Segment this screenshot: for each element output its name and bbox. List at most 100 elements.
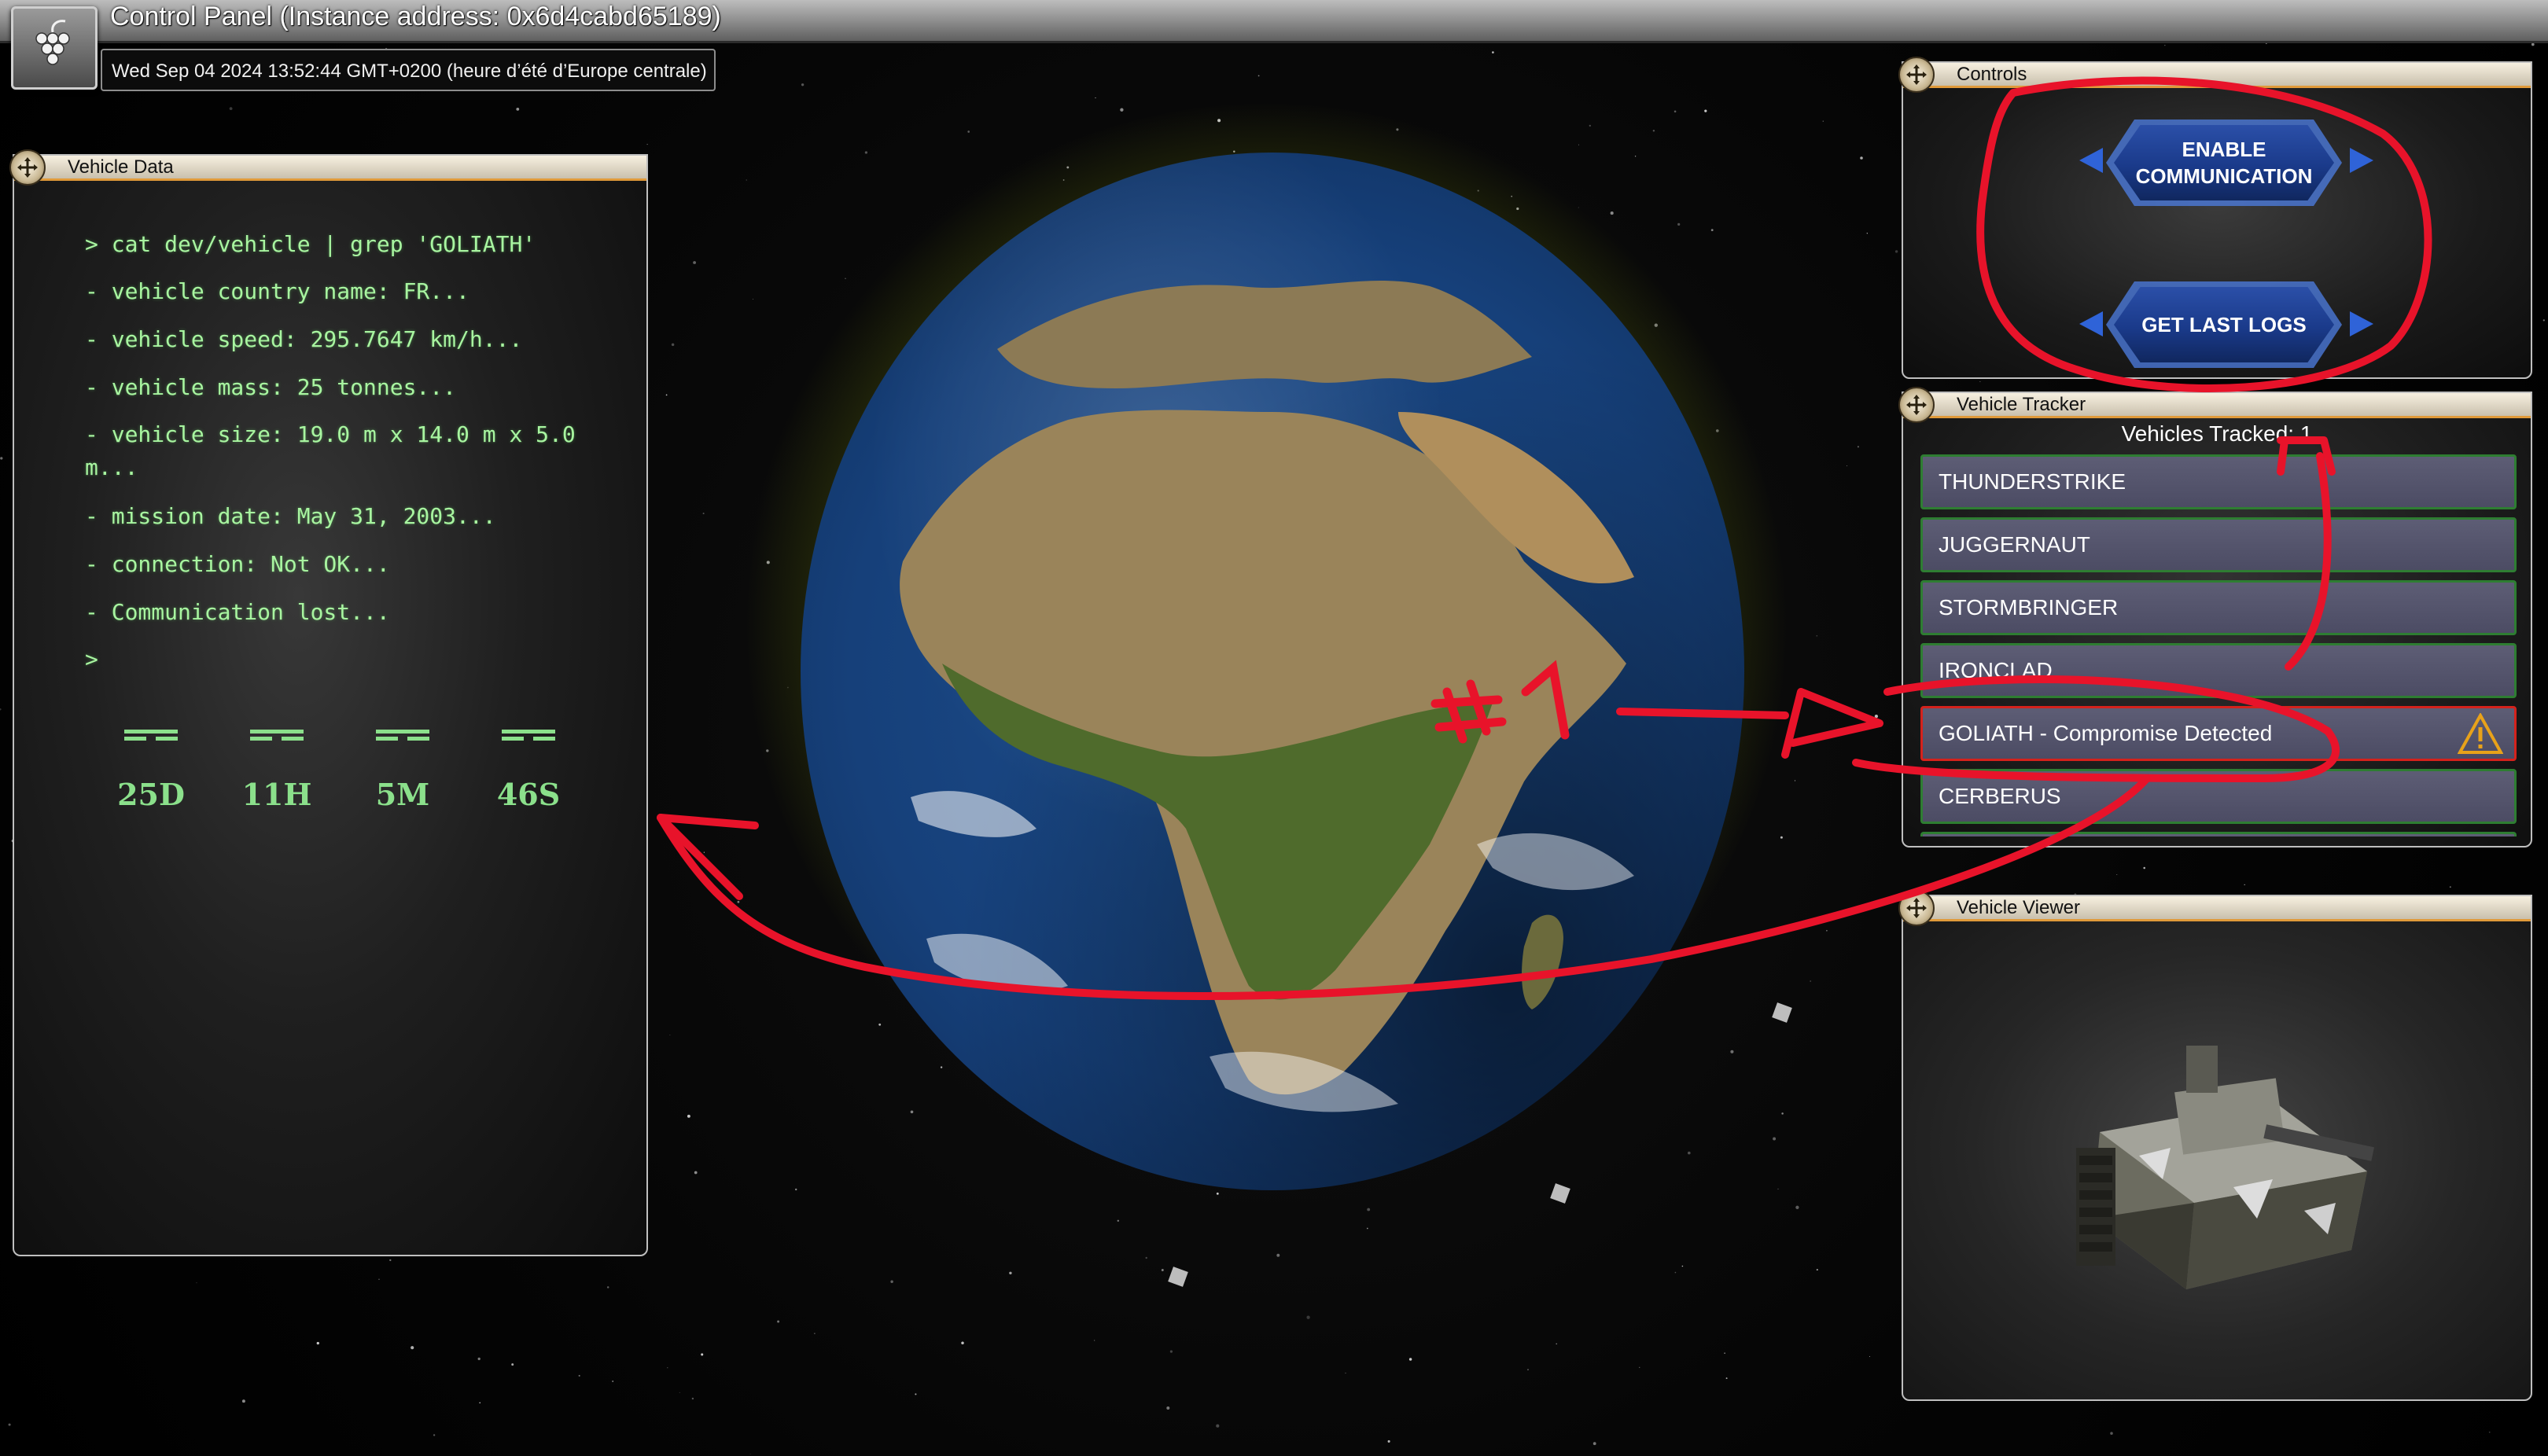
star [1795,1205,1799,1209]
panel-header: Controls [1903,63,2531,88]
vehicle-3d-model[interactable] [2068,1022,2399,1305]
star [1009,1271,1012,1275]
terminal-line-connection: - connection: Not OK... [85,551,390,577]
star [229,107,233,111]
star [1857,446,1859,448]
star [2488,1431,2491,1433]
star [1408,1358,1412,1361]
star [1874,714,1879,719]
countdown-seconds: 46S [496,777,561,812]
star [316,1341,319,1345]
countdown-seconds-dash [502,730,555,741]
star [1710,229,1714,232]
star [1216,1192,1219,1195]
countdown-days-dash [124,730,178,741]
star [694,1171,698,1175]
move-handle-icon[interactable] [1898,387,1935,423]
app-logo [11,6,98,90]
star [737,900,740,903]
vehicle-name: STORMBRINGER [1939,595,2119,620]
app-root: Control Panel (Instance address: 0x6d4ca… [0,0,2548,1456]
star [1724,1352,1725,1354]
earth-globe[interactable] [801,153,1744,1190]
star [1117,1219,1120,1223]
star [1674,1271,1677,1274]
list-item[interactable] [1920,832,2517,836]
vehicle-name: IRONCLAD [1939,658,2053,682]
star [1120,108,1124,112]
satellite-marker[interactable] [1168,1267,1188,1287]
terminal-line-mission-date: - mission date: May 31, 2003... [85,503,496,529]
move-handle-icon[interactable] [1898,890,1935,926]
star [1810,980,1811,982]
vehicle-tracker-panel: Vehicle Tracker Vehicles Tracked: 1 THUN… [1898,387,2532,847]
terminal-line-size: - vehicle size: 19.0 m x 14.0 m x 5.0 m.… [85,421,576,480]
countdown-hours: 11H [241,777,312,812]
countdown-minutes: 5M [375,777,430,812]
terminal-command: > cat dev/vehicle | grep 'GOLIATH' [85,231,536,257]
move-handle-icon[interactable] [9,149,46,186]
arrow-left-icon [2079,311,2103,336]
move-handle-icon[interactable] [1898,57,1935,93]
star [1639,1366,1640,1368]
terminal-line-mass: - vehicle mass: 25 tonnes... [85,374,457,400]
panel-header: Vehicle Viewer [1903,896,2531,921]
countdown-hours-dash [250,730,304,741]
vehicle-name: JUGGERNAUT [1939,532,2090,557]
star [1216,1424,1220,1428]
list-item[interactable]: CERBERUS [1920,769,2517,824]
star [1367,1208,1371,1211]
star [1979,381,1981,382]
panel-header: Vehicle Tracker [1903,393,2531,418]
star [511,1363,514,1366]
star [864,151,868,154]
star [1730,1050,1734,1053]
star [693,261,697,264]
datetime-display: Wed Sep 04 2024 13:52:44 GMT+0200 (heure… [101,49,716,91]
star [2531,42,2535,46]
enable-communication-button[interactable]: ENABLE COMMUNICATION [2114,125,2334,200]
star [516,108,520,111]
vehicle-name: GOLIATH - Compromise Detected [1939,721,2273,745]
star [1306,1315,1310,1319]
satellite-marker[interactable] [1772,1002,1792,1023]
satellite-marker[interactable] [1550,1183,1570,1204]
star [1780,836,1783,839]
star [746,179,747,181]
arrow-left-icon [2079,148,2103,173]
star [1674,110,1677,113]
star [479,1402,481,1404]
list-item[interactable]: STORMBRINGER [1920,580,2517,635]
panel-title: Vehicle Viewer [1957,897,2080,918]
vehicle-list[interactable]: THUNDERSTRIKE JUGGERNAUT STORMBRINGER IR… [1920,454,2517,836]
list-item[interactable]: JUGGERNAUT [1920,517,2517,572]
terminal-prompt[interactable]: > [85,643,604,676]
panel-title: Vehicle Tracker [1957,394,2086,415]
star [910,1110,914,1114]
star [1822,120,1824,122]
star [1688,1151,1691,1155]
star [1816,1269,1818,1271]
star [378,1278,380,1280]
star [1589,124,1591,127]
get-last-logs-button[interactable]: GET LAST LOGS [2114,287,2334,362]
star [8,1423,11,1426]
panel-title: Vehicle Data [68,156,174,178]
terminal-line-speed: - vehicle speed: 295.7647 km/h... [85,326,523,352]
star [1826,929,1828,932]
star [1652,130,1655,132]
controls-panel: Controls ENABLE COMMUNICATION GET LAST L… [1898,57,2532,379]
arrow-right-icon [2350,311,2373,336]
star [1816,634,1818,637]
star [2164,45,2166,46]
star [1592,1442,1596,1446]
star [665,394,668,396]
list-item[interactable]: THUNDERSTRIKE [1920,454,2517,509]
star [1677,222,1681,226]
vehicle-data-panel: Vehicle Data > cat dev/vehicle | grep 'G… [9,149,648,1256]
list-item[interactable]: IRONCLAD [1920,643,2517,698]
list-item-compromised[interactable]: GOLIATH - Compromise Detected [1920,706,2517,761]
star [1527,1369,1529,1370]
star [0,708,2,711]
panel-title: Controls [1957,64,2027,85]
